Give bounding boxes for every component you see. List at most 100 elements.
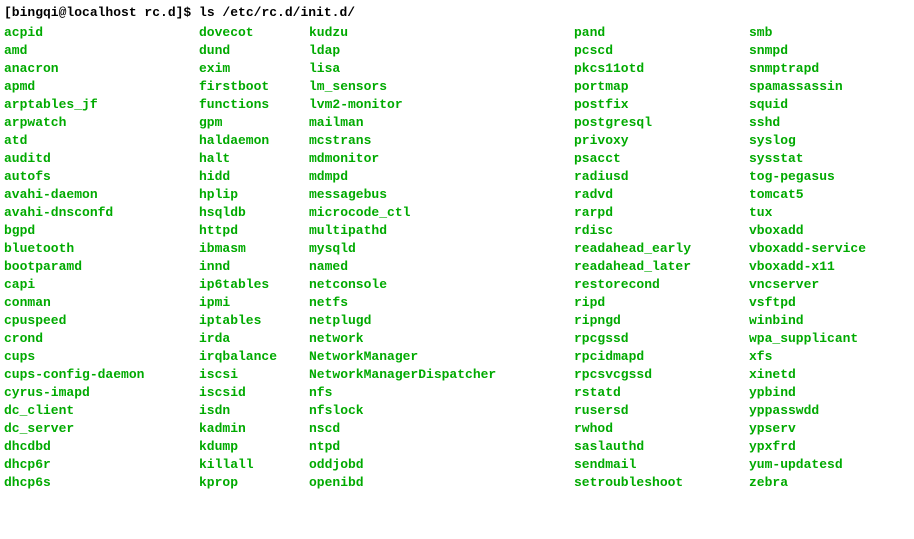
file-entry: firstboot (199, 78, 309, 96)
file-entry: network (309, 330, 574, 348)
file-entry: radiusd (574, 168, 749, 186)
file-entry: syslog (749, 132, 866, 150)
file-entry: ypserv (749, 420, 866, 438)
file-entry: atd (4, 132, 199, 150)
file-entry: kprop (199, 474, 309, 492)
file-entry: iscsid (199, 384, 309, 402)
ls-output: acpidamdanacronapmdarptables_jfarpwatcha… (4, 24, 910, 492)
file-entry: winbind (749, 312, 866, 330)
file-entry: conman (4, 294, 199, 312)
file-entry: rusersd (574, 402, 749, 420)
file-entry: snmpd (749, 42, 866, 60)
file-entry: hsqldb (199, 204, 309, 222)
file-entry: cyrus-imapd (4, 384, 199, 402)
file-entry: rpcsvcgssd (574, 366, 749, 384)
column-1: acpidamdanacronapmdarptables_jfarpwatcha… (4, 24, 199, 492)
file-entry: multipathd (309, 222, 574, 240)
file-entry: ripngd (574, 312, 749, 330)
file-entry: avahi-daemon (4, 186, 199, 204)
file-entry: xinetd (749, 366, 866, 384)
file-entry: irda (199, 330, 309, 348)
file-entry: ipmi (199, 294, 309, 312)
file-entry: acpid (4, 24, 199, 42)
file-entry: ldap (309, 42, 574, 60)
file-entry: mcstrans (309, 132, 574, 150)
file-entry: NetworkManagerDispatcher (309, 366, 574, 384)
file-entry: avahi-dnsconfd (4, 204, 199, 222)
file-entry: gpm (199, 114, 309, 132)
file-entry: arpwatch (4, 114, 199, 132)
file-entry: ip6tables (199, 276, 309, 294)
file-entry: nscd (309, 420, 574, 438)
column-5: smbsnmpdsnmptrapdspamassassinsquidsshdsy… (749, 24, 866, 492)
file-entry: wpa_supplicant (749, 330, 866, 348)
file-entry: ntpd (309, 438, 574, 456)
file-entry: kudzu (309, 24, 574, 42)
file-entry: yppasswdd (749, 402, 866, 420)
file-entry: lvm2-monitor (309, 96, 574, 114)
file-entry: tux (749, 204, 866, 222)
file-entry: rpcidmapd (574, 348, 749, 366)
file-entry: pand (574, 24, 749, 42)
file-entry: lm_sensors (309, 78, 574, 96)
file-entry: kdump (199, 438, 309, 456)
file-entry: cups-config-daemon (4, 366, 199, 384)
file-entry: restorecond (574, 276, 749, 294)
file-entry: pkcs11otd (574, 60, 749, 78)
file-entry: ripd (574, 294, 749, 312)
file-entry: mailman (309, 114, 574, 132)
file-entry: readahead_early (574, 240, 749, 258)
file-entry: lisa (309, 60, 574, 78)
file-entry: vncserver (749, 276, 866, 294)
file-entry: microcode_ctl (309, 204, 574, 222)
file-entry: apmd (4, 78, 199, 96)
file-entry: ypbind (749, 384, 866, 402)
file-entry: vboxadd-service (749, 240, 866, 258)
file-entry: sendmail (574, 456, 749, 474)
terminal-prompt: [bingqi@localhost rc.d]$ ls /etc/rc.d/in… (4, 4, 910, 22)
file-entry: oddjobd (309, 456, 574, 474)
file-entry: spamassassin (749, 78, 866, 96)
file-entry: amd (4, 42, 199, 60)
file-entry: readahead_later (574, 258, 749, 276)
file-entry: arptables_jf (4, 96, 199, 114)
file-entry: anacron (4, 60, 199, 78)
file-entry: capi (4, 276, 199, 294)
file-entry: zebra (749, 474, 866, 492)
file-entry: cpuspeed (4, 312, 199, 330)
file-entry: ypxfrd (749, 438, 866, 456)
file-entry: netfs (309, 294, 574, 312)
file-entry: sysstat (749, 150, 866, 168)
file-entry: mdmpd (309, 168, 574, 186)
file-entry: dc_server (4, 420, 199, 438)
file-entry: dund (199, 42, 309, 60)
file-entry: httpd (199, 222, 309, 240)
file-entry: NetworkManager (309, 348, 574, 366)
file-entry: setroubleshoot (574, 474, 749, 492)
file-entry: autofs (4, 168, 199, 186)
file-entry: tomcat5 (749, 186, 866, 204)
file-entry: hidd (199, 168, 309, 186)
file-entry: openibd (309, 474, 574, 492)
file-entry: mdmonitor (309, 150, 574, 168)
file-entry: hplip (199, 186, 309, 204)
file-entry: bluetooth (4, 240, 199, 258)
file-entry: rpcgssd (574, 330, 749, 348)
column-3: kudzuldaplisalm_sensorslvm2-monitormailm… (309, 24, 574, 492)
file-entry: postgresql (574, 114, 749, 132)
column-4: pandpcscdpkcs11otdportmappostfixpostgres… (574, 24, 749, 492)
file-entry: rarpd (574, 204, 749, 222)
file-entry: squid (749, 96, 866, 114)
file-entry: halt (199, 150, 309, 168)
file-entry: netconsole (309, 276, 574, 294)
file-entry: dhcdbd (4, 438, 199, 456)
file-entry: vsftpd (749, 294, 866, 312)
file-entry: nfslock (309, 402, 574, 420)
file-entry: mysqld (309, 240, 574, 258)
file-entry: bootparamd (4, 258, 199, 276)
file-entry: netplugd (309, 312, 574, 330)
file-entry: killall (199, 456, 309, 474)
file-entry: innd (199, 258, 309, 276)
file-entry: vboxadd (749, 222, 866, 240)
file-entry: rwhod (574, 420, 749, 438)
